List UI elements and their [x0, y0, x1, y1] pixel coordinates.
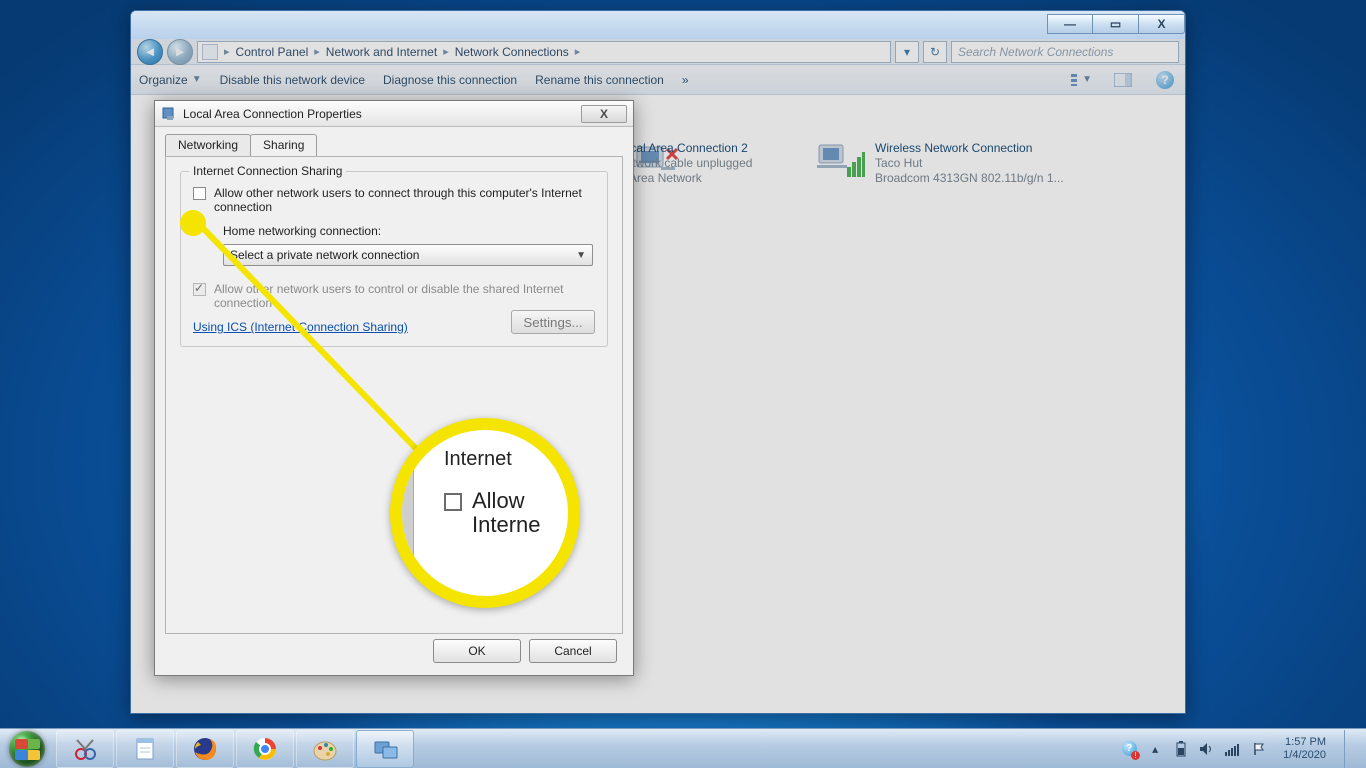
- view-options-button[interactable]: ▼: [1069, 69, 1093, 91]
- allow-control-checkbox: [193, 283, 206, 296]
- rename-button[interactable]: Rename this connection: [535, 73, 664, 87]
- magnifier-checkbox: [444, 493, 462, 511]
- toolbar-overflow[interactable]: »: [682, 73, 689, 87]
- chevron-down-icon: ▼: [1082, 74, 1092, 85]
- tab-sharing[interactable]: Sharing: [250, 134, 317, 157]
- address-bar: ◄ ► ▸ Control Panel ▸ Network and Intern…: [131, 39, 1185, 65]
- chevron-down-icon: ▼: [576, 250, 586, 261]
- taskbar-app-firefox[interactable]: [176, 730, 234, 768]
- chevron-right-icon: ▸: [222, 45, 232, 58]
- tab-networking[interactable]: Networking: [165, 134, 251, 156]
- maximize-button[interactable]: ▭: [1093, 14, 1139, 34]
- settings-button[interactable]: Settings...: [511, 310, 595, 334]
- dialog-close-button[interactable]: X: [581, 105, 627, 123]
- allow-connect-checkbox[interactable]: [193, 187, 206, 200]
- connection-item[interactable]: Wireless Network Connection Taco Hut Bro…: [817, 141, 1157, 185]
- clock-date: 1/4/2020: [1283, 749, 1326, 761]
- cancel-button[interactable]: Cancel: [529, 639, 617, 663]
- allow-connect-label: Allow other network users to connect thr…: [214, 186, 594, 214]
- taskbar: ? ! ▴ 1:57 PM 1/4/2020: [0, 728, 1366, 768]
- breadcrumb[interactable]: ▸ Control Panel ▸ Network and Internet ▸…: [197, 41, 891, 63]
- magnifier-text: Internet: [444, 448, 568, 471]
- connection-adapter: al Area Network: [689, 171, 752, 185]
- tab-strip: Networking Sharing: [155, 127, 633, 156]
- wireless-adapter-icon: [817, 141, 865, 181]
- help-icon: ?: [1156, 71, 1174, 89]
- chevron-right-icon: ▸: [312, 45, 322, 58]
- network-icon[interactable]: [1225, 741, 1241, 757]
- connection-status: Taco Hut: [875, 156, 1064, 170]
- chevron-down-icon: ▼: [192, 74, 202, 85]
- search-placeholder: Search Network Connections: [958, 45, 1113, 59]
- taskbar-app-notepad[interactable]: [116, 730, 174, 768]
- connection-title: Wireless Network Connection: [875, 141, 1064, 155]
- connection-adapter: Broadcom 4313GN 802.11b/g/n 1...: [875, 171, 1064, 185]
- windows-logo-icon: [9, 731, 45, 767]
- battery-icon[interactable]: [1173, 741, 1189, 757]
- breadcrumb-seg[interactable]: Control Panel: [232, 45, 313, 59]
- chevron-right-icon: ▸: [441, 45, 451, 58]
- ics-group: Internet Connection Sharing Allow other …: [180, 171, 608, 347]
- volume-icon[interactable]: [1199, 741, 1215, 757]
- minimize-button[interactable]: —: [1047, 14, 1093, 34]
- help-button[interactable]: ?: [1153, 69, 1177, 91]
- nav-back-button[interactable]: ◄: [137, 39, 163, 65]
- history-dropdown-button[interactable]: ▾: [895, 41, 919, 63]
- taskbar-app-network-connections[interactable]: [356, 730, 414, 768]
- clock-time: 1:57 PM: [1283, 736, 1326, 748]
- action-center-icon[interactable]: ? !: [1121, 741, 1137, 757]
- chevron-right-icon: ▸: [573, 45, 583, 58]
- preview-pane-button[interactable]: [1111, 69, 1135, 91]
- magnifier-text: AllowInterne: [472, 489, 541, 537]
- flag-icon[interactable]: [1251, 741, 1267, 757]
- connection-status: Network cable unplugged: [689, 156, 752, 170]
- taskbar-app-snipping-tool[interactable]: [56, 730, 114, 768]
- breadcrumb-seg[interactable]: Network and Internet: [322, 45, 441, 59]
- taskbar-app-chrome[interactable]: [236, 730, 294, 768]
- adapter-icon: [161, 106, 177, 122]
- refresh-button[interactable]: ↻: [923, 41, 947, 63]
- search-input[interactable]: Search Network Connections: [951, 41, 1179, 63]
- nav-forward-button[interactable]: ►: [167, 39, 193, 65]
- connection-title: Local Area Connection 2: [689, 141, 752, 155]
- home-connection-select[interactable]: Select a private network connection ▼: [223, 244, 593, 266]
- breadcrumb-seg[interactable]: Network Connections: [451, 45, 573, 59]
- taskbar-clock[interactable]: 1:57 PM 1/4/2020: [1283, 736, 1326, 760]
- taskbar-app-paint[interactable]: [296, 730, 354, 768]
- ok-button[interactable]: OK: [433, 639, 521, 663]
- disable-device-button[interactable]: Disable this network device: [220, 73, 365, 87]
- show-desktop-button[interactable]: [1344, 730, 1358, 768]
- command-toolbar: Organize▼ Disable this network device Di…: [131, 65, 1185, 95]
- organize-menu[interactable]: Organize▼: [139, 73, 202, 87]
- location-icon: [202, 44, 218, 60]
- system-tray: ? ! ▴ 1:57 PM 1/4/2020: [1121, 730, 1358, 768]
- tray-overflow-icon[interactable]: ▴: [1147, 741, 1163, 757]
- home-connection-label: Home networking connection:: [223, 224, 595, 238]
- start-button[interactable]: [0, 729, 54, 768]
- annotation-magnifier: Internet AllowInterne: [390, 418, 580, 608]
- group-legend: Internet Connection Sharing: [189, 164, 346, 178]
- select-value: Select a private network connection: [230, 248, 419, 262]
- close-button[interactable]: X: [1139, 14, 1185, 34]
- dialog-titlebar[interactable]: Local Area Connection Properties X: [155, 101, 633, 127]
- window-titlebar[interactable]: — ▭ X: [131, 11, 1185, 39]
- dialog-title: Local Area Connection Properties: [183, 107, 362, 121]
- diagnose-button[interactable]: Diagnose this connection: [383, 73, 517, 87]
